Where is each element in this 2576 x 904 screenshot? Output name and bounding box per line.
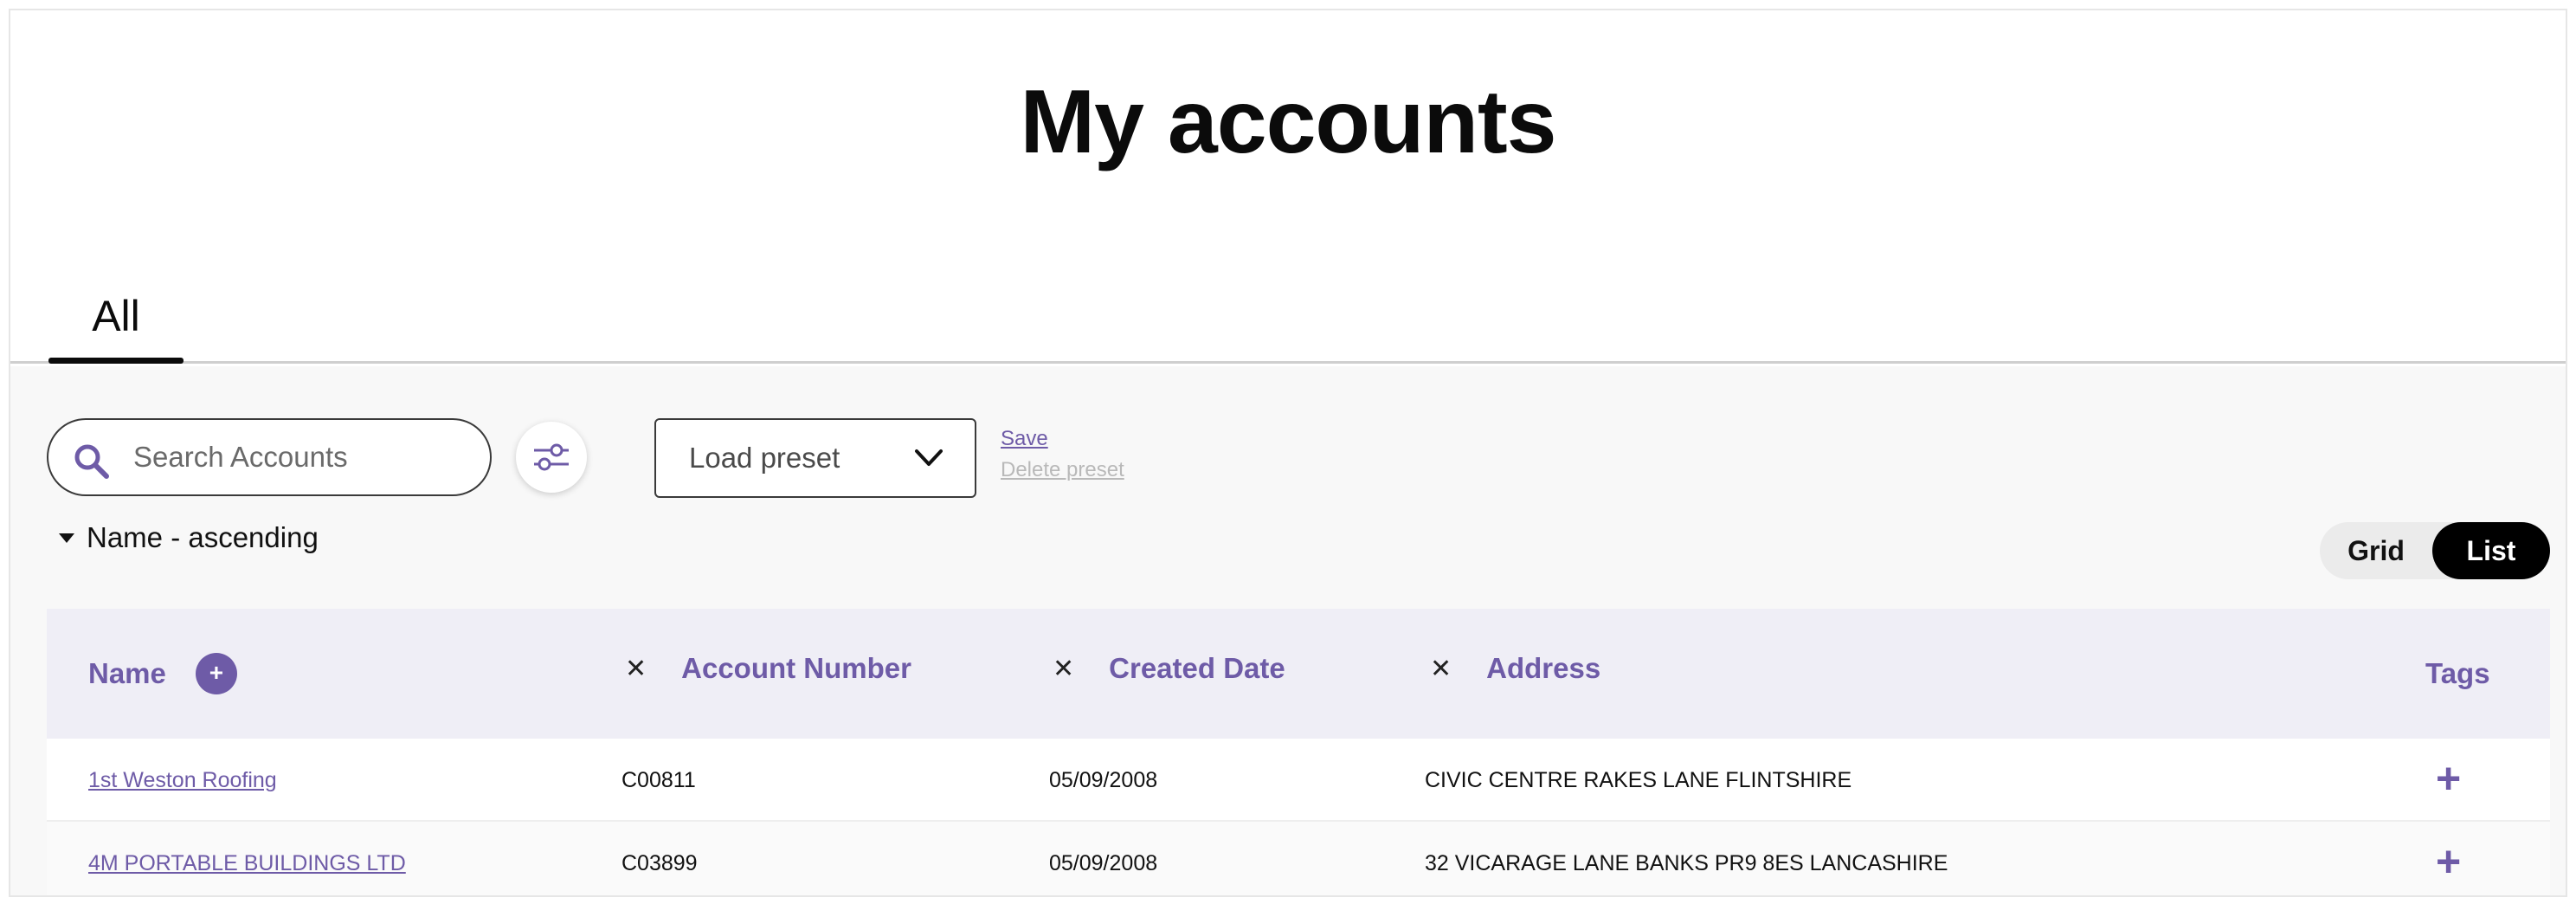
add-tag-button[interactable]: +	[2436, 739, 2461, 822]
table-row: 1st Weston Roofing C00811 05/09/2008 CIV…	[47, 739, 2550, 822]
column-label: Address	[1486, 652, 1601, 684]
chevron-down-icon	[915, 449, 943, 466]
column-header-address: ✕ Address	[1430, 604, 1600, 733]
save-preset-link[interactable]: Save	[1001, 427, 1048, 451]
column-label: Account Number	[681, 652, 911, 684]
column-label: Name	[88, 657, 166, 689]
view-toggle: Grid List	[2320, 522, 2550, 579]
sliders-icon	[534, 443, 569, 471]
table-row: 4M PORTABLE BUILDINGS LTD C03899 05/09/2…	[47, 822, 2550, 895]
column-header-tags: Tags	[2425, 609, 2490, 739]
close-icon[interactable]: ✕	[1053, 654, 1074, 684]
filter-button[interactable]	[516, 422, 587, 493]
app-frame: My accounts All Load preset S	[9, 9, 2567, 897]
account-name-link[interactable]: 4M PORTABLE BUILDINGS LTD	[88, 822, 406, 895]
delete-preset-link[interactable]: Delete preset	[1001, 458, 1124, 482]
table-header: Name + ✕ Account Number ✕ Created Date ✕…	[47, 609, 2550, 739]
search-input[interactable]	[133, 420, 480, 494]
load-preset-label: Load preset	[689, 442, 840, 474]
accounts-table: Name + ✕ Account Number ✕ Created Date ✕…	[47, 609, 2550, 895]
grid-view-button[interactable]: Grid	[2320, 522, 2432, 579]
account-number-cell: C03899	[621, 851, 698, 875]
address-cell: 32 VICARAGE LANE BANKS PR9 8ES LANCASHIR…	[1425, 851, 1948, 875]
sort-selector[interactable]: Name - ascending	[59, 517, 319, 559]
list-view-button[interactable]: List	[2432, 522, 2550, 579]
account-number-cell: C00811	[621, 768, 696, 792]
column-label: Created Date	[1109, 652, 1285, 684]
tab-all[interactable]: All	[48, 277, 184, 364]
column-label: Tags	[2425, 657, 2490, 689]
column-header-created-date: ✕ Created Date	[1053, 604, 1285, 733]
accounts-panel: Load preset Save Delete preset Name - as…	[10, 366, 2566, 895]
close-icon[interactable]: ✕	[1430, 654, 1452, 684]
created-date-cell: 05/09/2008	[1049, 768, 1158, 792]
add-column-button[interactable]: +	[195, 653, 237, 694]
tab-bar: All	[10, 277, 2566, 364]
sort-label: Name - ascending	[87, 521, 319, 553]
load-preset-select[interactable]: Load preset	[654, 418, 976, 498]
close-icon[interactable]: ✕	[625, 654, 647, 684]
search-box	[47, 418, 492, 496]
column-header-name: Name +	[88, 609, 237, 739]
page-title: My accounts	[1020, 72, 1557, 172]
search-icon	[74, 444, 109, 479]
caret-down-icon	[59, 533, 74, 543]
account-name-link[interactable]: 1st Weston Roofing	[88, 739, 277, 822]
address-cell: CIVIC CENTRE RAKES LANE FLINTSHIRE	[1425, 768, 1852, 792]
column-header-account-number: ✕ Account Number	[625, 604, 911, 733]
add-tag-button[interactable]: +	[2436, 822, 2461, 895]
created-date-cell: 05/09/2008	[1049, 851, 1158, 875]
